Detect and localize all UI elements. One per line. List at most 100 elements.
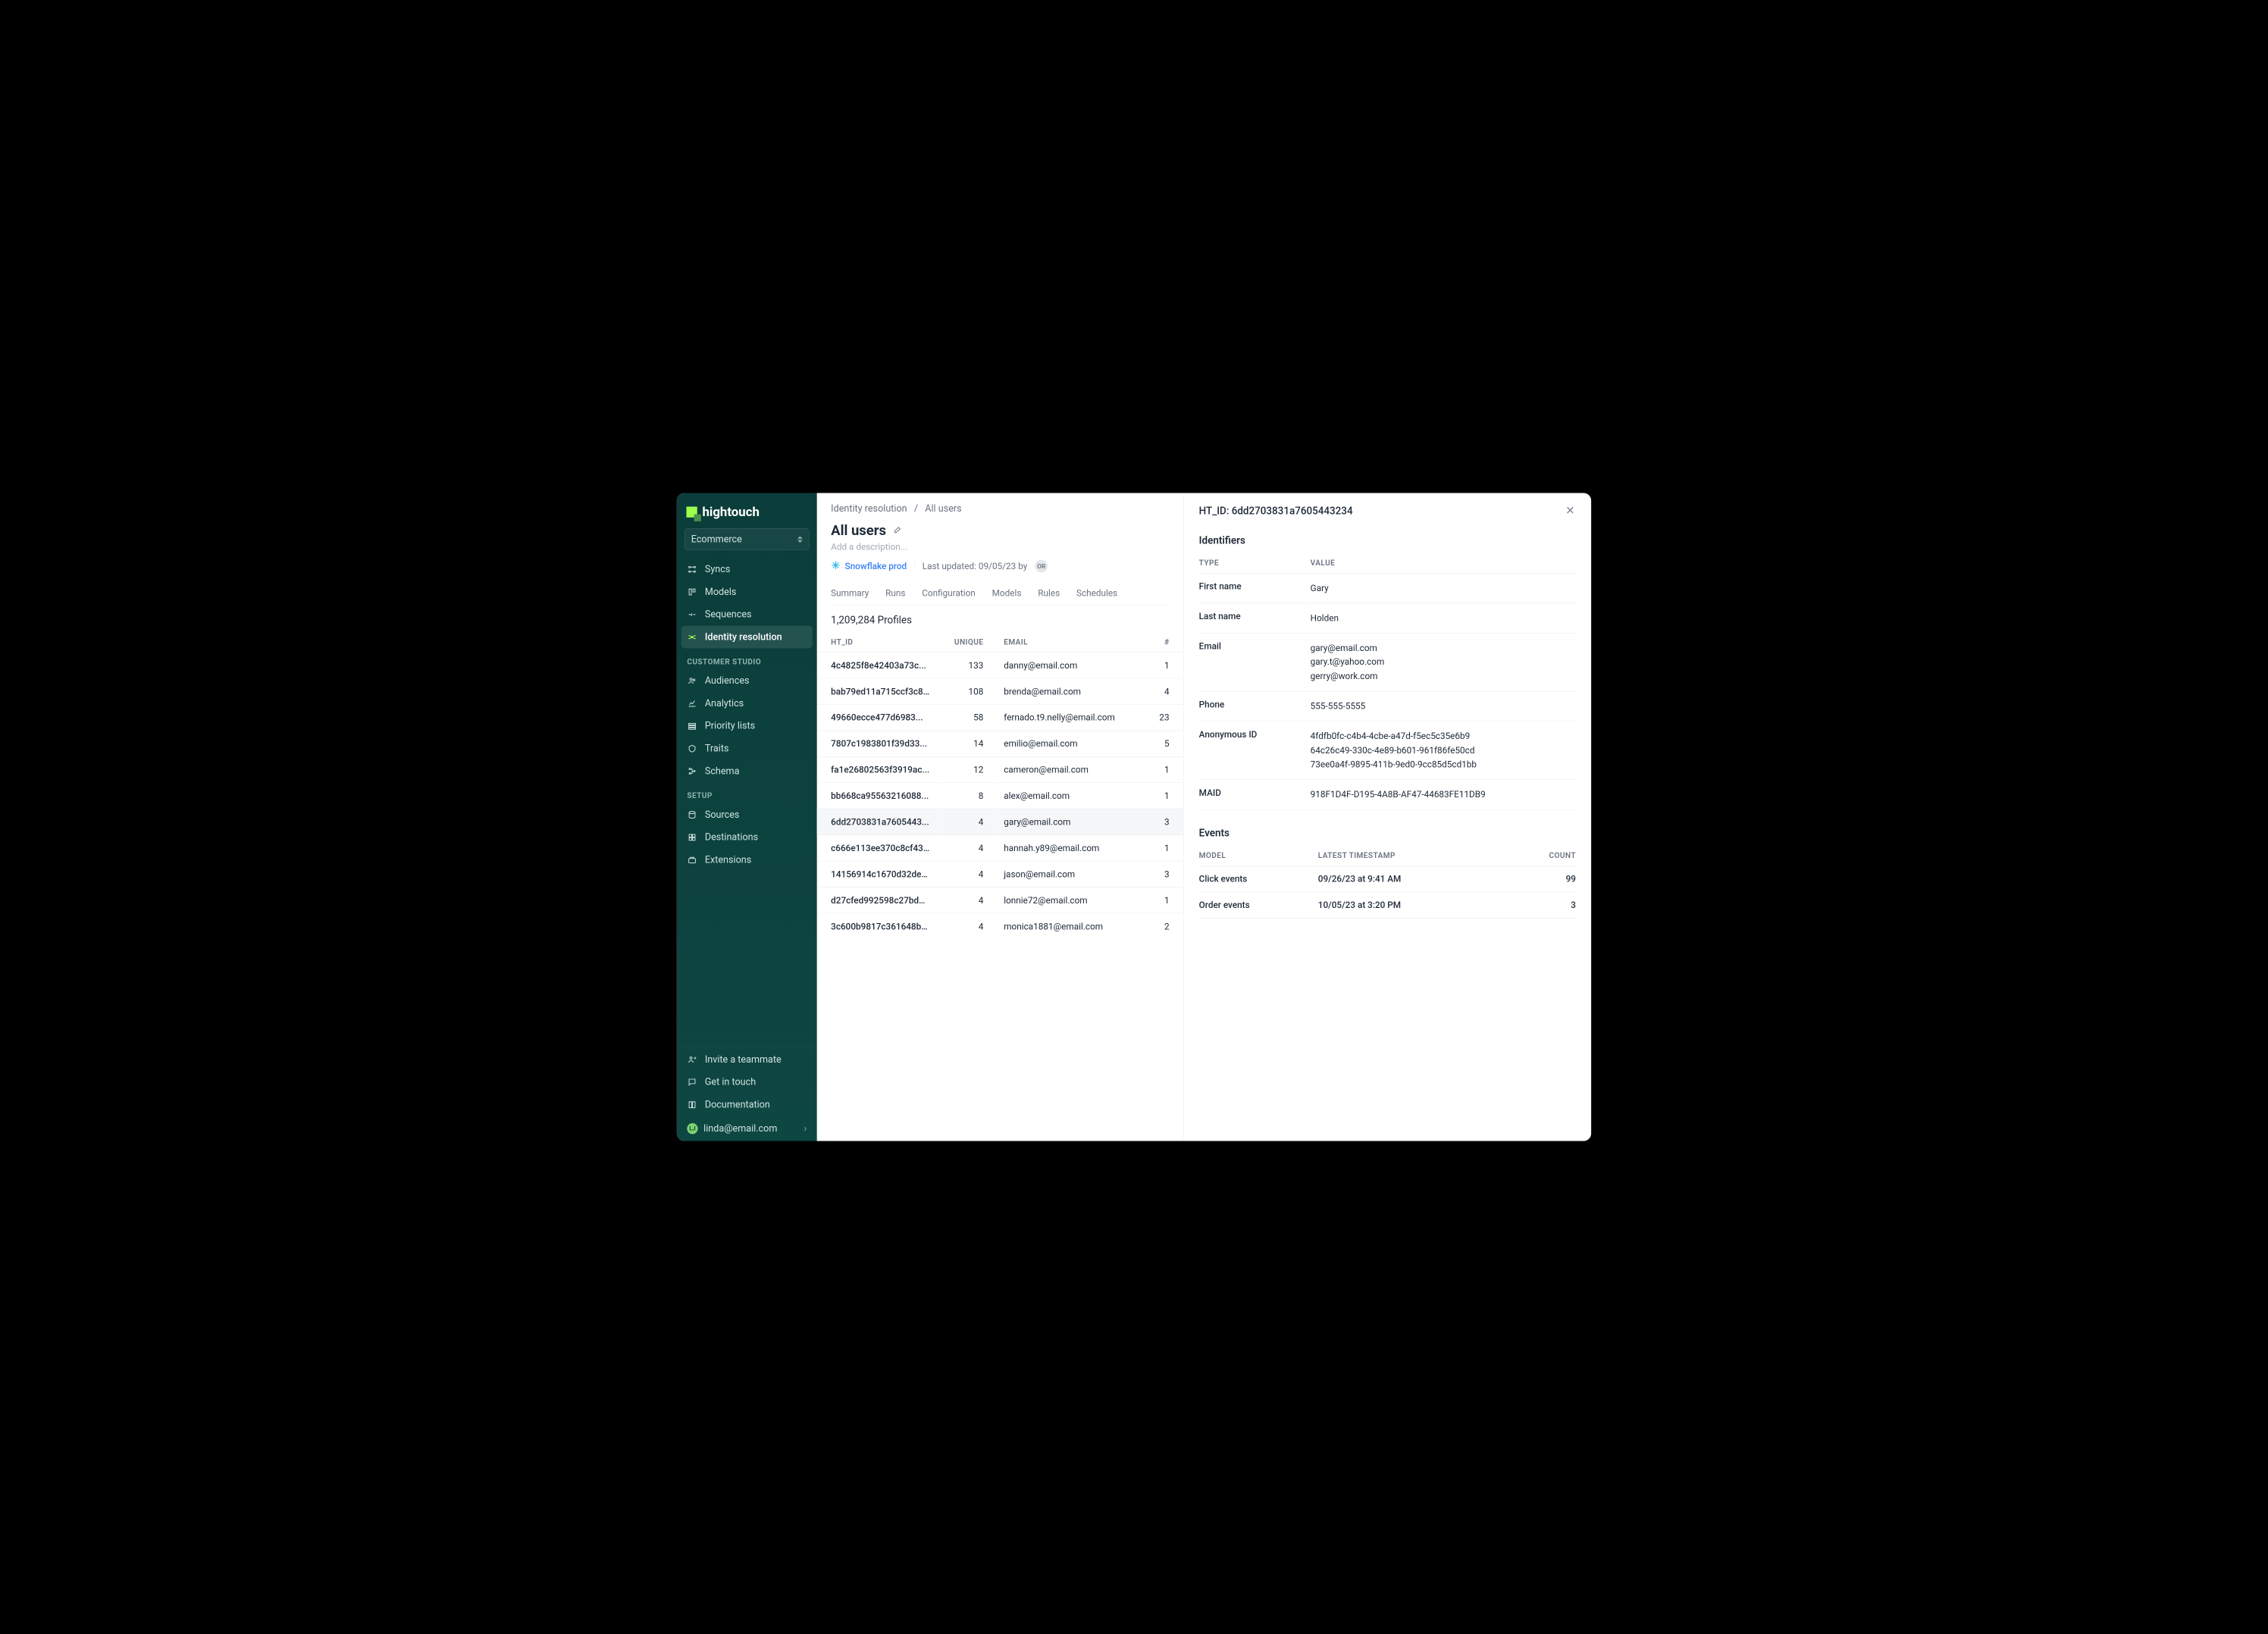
nav-label: Get in touch <box>705 1076 756 1088</box>
nav-heading-setup: SETUP <box>677 782 817 803</box>
sidebar-item-traits[interactable]: Traits <box>677 737 817 760</box>
sidebar-item-schema[interactable]: Schema <box>677 759 817 782</box>
table-row[interactable]: d27cfed992598c27bd8...4lonnie72@email.co… <box>817 887 1183 913</box>
last-updated: Last updated: 09/05/23 by <box>923 561 1028 571</box>
nav-label: Sources <box>705 809 740 821</box>
col-email: EMAIL <box>996 632 1145 653</box>
cell-count: 1 <box>1146 887 1183 913</box>
cell-email: emilio@email.com <box>996 731 1145 756</box>
identifier-type: Last name <box>1199 603 1311 633</box>
sidebar-item-sources[interactable]: Sources <box>677 803 817 826</box>
app-window: hightouch Ecommerce Syncs Models Sequences… <box>677 493 1591 1141</box>
sidebar-item-get-in-touch[interactable]: Get in touch <box>677 1071 817 1094</box>
edit-icon[interactable] <box>893 525 902 535</box>
breadcrumb-root[interactable]: Identity resolution <box>831 503 907 515</box>
profiles-table: HT_ID UNIQUE EMAIL # 4c4825f8e42403a73c.… <box>817 632 1183 940</box>
table-row[interactable]: 4c4825f8e42403a73c...133danny@email.com1 <box>817 653 1183 678</box>
table-row[interactable]: fa1e26802563f3919ac...12cameron@email.co… <box>817 756 1183 782</box>
nav-label: Destinations <box>705 831 758 843</box>
table-row[interactable]: bb668ca95563216088...8alex@email.com1 <box>817 783 1183 809</box>
table-row[interactable]: bab79ed11a715ccf3c8...108brenda@email.co… <box>817 678 1183 704</box>
user-email: linda@email.com <box>703 1123 777 1135</box>
updated-by-avatar: OR <box>1035 560 1048 573</box>
breadcrumb-leaf: All users <box>925 503 961 515</box>
tab-rules[interactable]: Rules <box>1038 581 1060 605</box>
col-ht-id: HT_ID <box>817 632 938 653</box>
tab-runs[interactable]: Runs <box>885 581 905 605</box>
identifier-type: MAID <box>1199 780 1311 809</box>
sidebar-item-sequences[interactable]: Sequences <box>677 603 817 626</box>
table-row[interactable]: 7807c1983801f39d33...14emilio@email.com5 <box>817 731 1183 756</box>
cell-ht-id: 14156914c1670d32dea... <box>817 861 938 887</box>
sidebar-item-identity-resolution[interactable]: Identity resolution <box>681 626 813 649</box>
tab-summary[interactable]: Summary <box>831 581 869 605</box>
sidebar-item-models[interactable]: Models <box>677 581 817 603</box>
sidebar-item-extensions[interactable]: Extensions <box>677 849 817 872</box>
table-row[interactable]: 6dd2703831a7605443...4gary@email.com3 <box>817 809 1183 834</box>
event-count: 3 <box>1513 892 1576 918</box>
workspace-select[interactable]: Ecommerce <box>684 528 810 550</box>
events-heading: Events <box>1199 827 1576 839</box>
sidebar-user-menu[interactable]: LJ linda@email.com › <box>677 1116 817 1141</box>
source-link[interactable]: Snowflake prod <box>831 560 907 572</box>
sidebar-footer: Invite a teammate Get in touch Documentati… <box>677 1048 817 1116</box>
col-type: TYPE <box>1199 552 1311 573</box>
content: Identity resolution / All users All user… <box>817 493 1184 1141</box>
description-placeholder[interactable]: Add a description... <box>831 542 1169 552</box>
identifier-row: MAID918F1D4F-D195-4A8B-AF47-44683FE11DB9 <box>1199 780 1576 809</box>
main: Identity resolution / All users All user… <box>817 493 1591 1141</box>
cell-ht-id: 49660ecce477d6983... <box>817 705 938 731</box>
cell-count: 23 <box>1146 705 1183 731</box>
sidebar-item-syncs[interactable]: Syncs <box>677 558 817 581</box>
brand-text: hightouch <box>702 505 759 520</box>
cell-email: jason@email.com <box>996 861 1145 887</box>
cell-count: 3 <box>1146 809 1183 834</box>
event-model: Click events <box>1199 866 1318 891</box>
tab-schedules[interactable]: Schedules <box>1076 581 1117 605</box>
cell-ht-id: bb668ca95563216088... <box>817 783 938 809</box>
chat-icon <box>687 1077 697 1087</box>
sidebar-item-destinations[interactable]: Destinations <box>677 826 817 849</box>
profiles-count: 1,209,284 Profiles <box>817 605 1183 631</box>
sidebar-item-documentation[interactable]: Documentation <box>677 1094 817 1116</box>
nav-label: Syncs <box>705 564 731 575</box>
docs-icon <box>687 1100 697 1110</box>
col-value: VALUE <box>1311 552 1576 573</box>
cell-count: 3 <box>1146 861 1183 887</box>
sidebar-item-audiences[interactable]: Audiences <box>677 669 817 692</box>
cell-email: fernado.t9.nelly@email.com <box>996 705 1145 731</box>
priority-icon <box>687 721 697 731</box>
header: Identity resolution / All users All user… <box>817 493 1183 605</box>
cell-unique: 4 <box>938 861 996 887</box>
identifier-row: Phone555-555-5555 <box>1199 691 1576 721</box>
cell-unique: 4 <box>938 913 996 939</box>
cell-ht-id: d27cfed992598c27bd8... <box>817 887 938 913</box>
cell-unique: 4 <box>938 809 996 834</box>
tab-configuration[interactable]: Configuration <box>922 581 976 605</box>
tab-models[interactable]: Models <box>992 581 1022 605</box>
sidebar-item-priority-lists[interactable]: Priority lists <box>677 715 817 737</box>
models-icon <box>687 587 697 596</box>
sidebar: hightouch Ecommerce Syncs Models Sequences… <box>677 493 817 1141</box>
event-ts: 09/26/23 at 9:41 AM <box>1318 866 1513 891</box>
snowflake-icon <box>831 560 841 572</box>
sidebar-item-invite-a-teammate[interactable]: Invite a teammate <box>677 1048 817 1071</box>
event-row: Click events09/26/23 at 9:41 AM99 <box>1199 866 1576 891</box>
identifier-type: Email <box>1199 633 1311 691</box>
cell-ht-id: 3c600b9817c361648b8... <box>817 913 938 939</box>
cell-email: alex@email.com <box>996 783 1145 809</box>
close-icon[interactable] <box>1565 505 1576 518</box>
event-ts: 10/05/23 at 3:20 PM <box>1318 892 1513 918</box>
nav-label: Identity resolution <box>705 631 782 643</box>
identifier-value: Gary <box>1311 573 1576 603</box>
sidebar-item-analytics[interactable]: Analytics <box>677 692 817 715</box>
cell-ht-id: fa1e26802563f3919ac... <box>817 756 938 782</box>
table-row[interactable]: 49660ecce477d6983...58fernado.t9.nelly@e… <box>817 705 1183 731</box>
table-row[interactable]: c666e113ee370c8cf43...4hannah.y89@email.… <box>817 835 1183 861</box>
table-row[interactable]: 3c600b9817c361648b8...4monica1881@email.… <box>817 913 1183 939</box>
page-title: All users <box>831 522 886 539</box>
nav-label: Models <box>705 587 737 598</box>
table-row[interactable]: 14156914c1670d32dea...4jason@email.com3 <box>817 861 1183 887</box>
nav-label: Traits <box>705 743 729 754</box>
nav-label: Audiences <box>705 675 750 687</box>
